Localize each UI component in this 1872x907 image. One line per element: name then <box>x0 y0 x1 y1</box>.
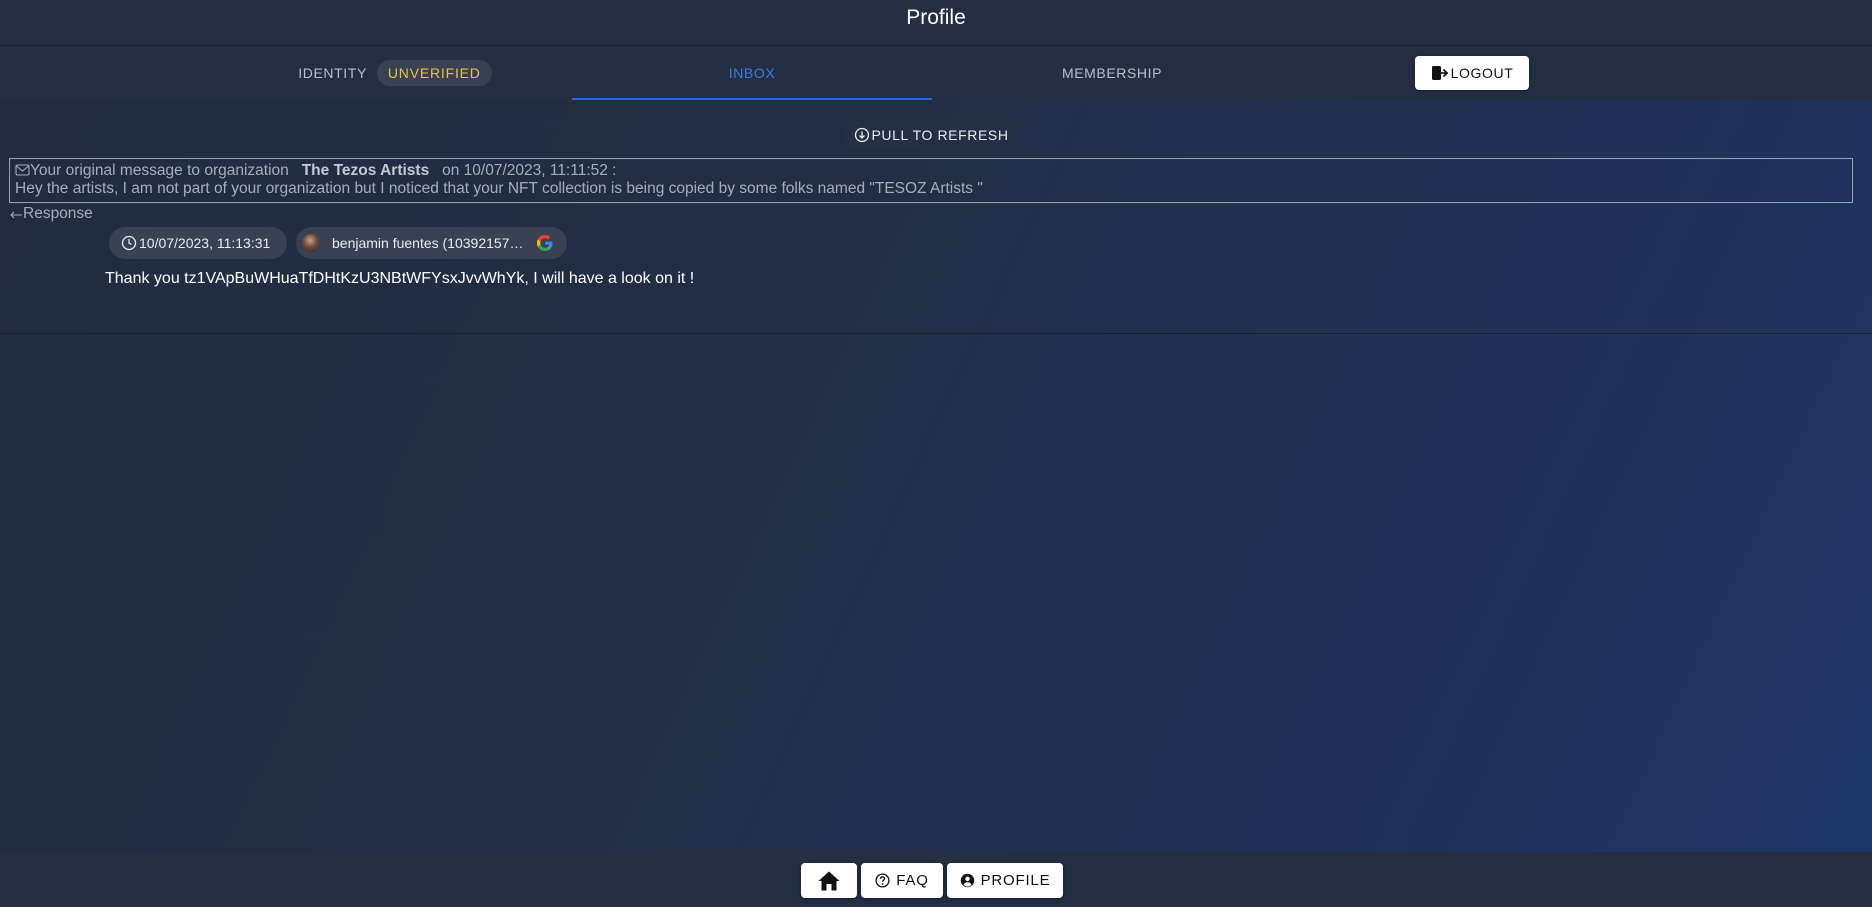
logout-button[interactable]: LOGOUT <box>1415 56 1529 90</box>
tab-membership[interactable]: MEMBERSHIP <box>932 46 1292 100</box>
original-message-body: Hey the artists, I am not part of your o… <box>15 180 983 197</box>
arrow-down-circle-icon <box>855 127 870 143</box>
pull-to-refresh-button[interactable]: PULL TO REFRESH <box>846 121 1017 149</box>
tab-identity[interactable]: IDENTITY UNVERIFIED <box>290 46 500 100</box>
logout-icon <box>1431 66 1448 80</box>
tab-inbox[interactable]: INBOX <box>572 46 932 100</box>
home-icon <box>818 871 840 890</box>
response-timestamp-chip: 10/07/2023, 11:13:31 <box>109 227 287 259</box>
response-text: Thank you tz1VApBuWHuaTfDHtKzU3NBtWFYsxJ… <box>105 270 695 287</box>
reply-arrow-icon <box>10 211 22 219</box>
organization-name: The Tezos Artists <box>301 162 430 179</box>
logout-label: LOGOUT <box>1450 65 1514 81</box>
refresh-label: PULL TO REFRESH <box>871 127 1009 143</box>
clock-icon <box>121 235 137 251</box>
google-icon <box>537 235 553 251</box>
page-title: Profile <box>906 6 966 29</box>
faq-button[interactable]: FAQ <box>861 863 943 898</box>
response-timestamp: 10/07/2023, 11:13:31 <box>139 235 271 251</box>
active-tab-indicator <box>572 98 932 100</box>
original-message-box: Your original message to organization Th… <box>9 158 1853 203</box>
response-author: benjamin fuentes (103921570... <box>332 235 528 251</box>
user-circle-icon <box>960 873 974 888</box>
tab-inbox-label: INBOX <box>728 65 776 81</box>
faq-label: FAQ <box>896 872 929 889</box>
home-button[interactable] <box>801 863 857 898</box>
profile-button[interactable]: PROFILE <box>947 863 1063 898</box>
profile-label: PROFILE <box>980 872 1051 889</box>
help-circle-icon <box>875 873 890 888</box>
original-message-date: on 10/07/2023, 11:11:52 : <box>442 162 617 179</box>
tab-identity-label: IDENTITY <box>298 65 367 81</box>
response-heading: Response <box>9 205 93 223</box>
tab-bar: IDENTITY UNVERIFIED INBOX MEMBERSHIP <box>0 46 1872 100</box>
divider <box>0 333 1872 334</box>
page-background <box>0 100 1872 852</box>
response-label: Response <box>23 205 93 222</box>
tab-membership-label: MEMBERSHIP <box>1061 65 1163 81</box>
app-header: Profile <box>0 0 1872 46</box>
response-author-chip: benjamin fuentes (103921570... <box>296 227 567 259</box>
envelope-icon <box>15 164 30 176</box>
avatar <box>302 234 320 252</box>
original-message-prefix: Your original message to organization <box>30 162 289 179</box>
original-message-header: Your original message to organization Th… <box>15 162 1847 180</box>
unverified-badge: UNVERIFIED <box>376 60 492 86</box>
